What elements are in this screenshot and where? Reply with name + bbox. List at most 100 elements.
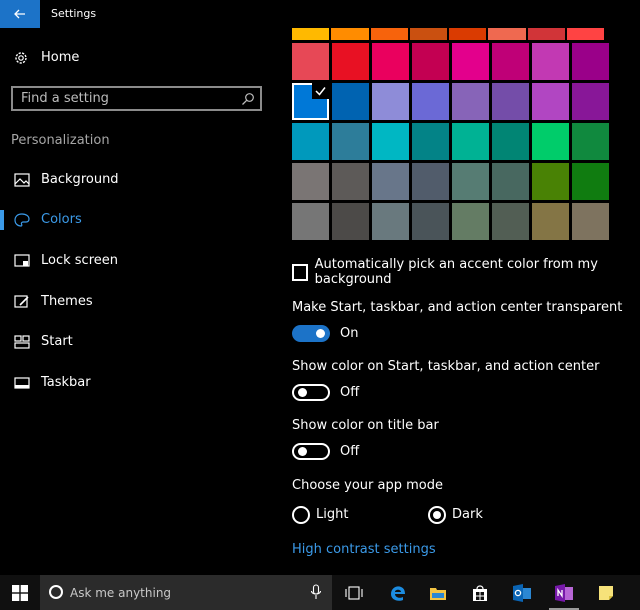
accent-color-swatch[interactable]: [532, 123, 569, 160]
active-indicator: [0, 210, 4, 230]
cortana-search-input[interactable]: [70, 583, 290, 603]
accent-color-swatch[interactable]: [452, 43, 489, 80]
search-box[interactable]: [11, 86, 262, 111]
accent-color-swatch[interactable]: [412, 203, 449, 240]
accent-color-swatch[interactable]: [332, 163, 369, 200]
accent-color-swatch[interactable]: [452, 123, 489, 160]
accent-color-swatch[interactable]: [332, 123, 369, 160]
show-color-start-state: Off: [340, 385, 360, 400]
accent-color-swatch[interactable]: [370, 28, 408, 40]
accent-color-swatch[interactable]: [332, 83, 369, 120]
accent-color-swatch[interactable]: [572, 203, 609, 240]
cortana-search-box[interactable]: [40, 575, 332, 610]
start-button[interactable]: [0, 575, 40, 610]
start-layout-icon: [14, 335, 30, 349]
light-mode-radio[interactable]: [292, 506, 310, 524]
accent-color-swatch[interactable]: [452, 83, 489, 120]
dark-mode-radio[interactable]: [428, 506, 446, 524]
accent-color-grid: [292, 43, 609, 240]
accent-color-swatch[interactable]: [372, 83, 409, 120]
accent-color-swatch[interactable]: [572, 163, 609, 200]
light-mode-label: Light: [316, 507, 349, 522]
sidebar-item-background[interactable]: Background: [0, 162, 278, 198]
accent-color-swatch[interactable]: [566, 28, 604, 40]
high-contrast-link[interactable]: High contrast settings: [292, 542, 436, 557]
accent-color-swatch[interactable]: [527, 28, 565, 40]
show-color-start-label: Show color on Start, taskbar, and action…: [292, 359, 600, 374]
file-explorer-icon: [430, 587, 446, 600]
accent-color-swatch[interactable]: [492, 123, 529, 160]
accent-color-swatch[interactable]: [372, 203, 409, 240]
transparent-label: Make Start, taskbar, and action center t…: [292, 300, 623, 315]
accent-color-swatch[interactable]: [292, 163, 329, 200]
cortana-icon: [49, 585, 63, 599]
toggle-knob: [298, 447, 307, 456]
show-color-title-toggle[interactable]: [292, 443, 330, 460]
accent-color-swatch[interactable]: [332, 203, 369, 240]
accent-color-swatch[interactable]: [372, 123, 409, 160]
accent-color-swatch[interactable]: [331, 28, 369, 40]
dark-mode-label: Dark: [452, 507, 483, 522]
sticky-notes-button[interactable]: [586, 575, 626, 610]
accent-color-swatch[interactable]: [412, 83, 449, 120]
accent-color-swatch[interactable]: [292, 28, 330, 40]
sidebar-item-label: Colors: [41, 212, 82, 227]
accent-color-swatch[interactable]: [532, 163, 569, 200]
microphone-icon[interactable]: [310, 584, 322, 601]
accent-color-swatch[interactable]: [572, 83, 609, 120]
outlook-button[interactable]: [502, 575, 542, 610]
accent-color-swatch[interactable]: [292, 203, 329, 240]
task-view-button[interactable]: [334, 575, 374, 610]
accent-color-swatch[interactable]: [412, 123, 449, 160]
sidebar-home[interactable]: Home: [0, 44, 278, 72]
accent-color-swatch[interactable]: [492, 203, 529, 240]
edge-button[interactable]: [378, 575, 418, 610]
accent-color-swatch[interactable]: [332, 43, 369, 80]
accent-color-swatch[interactable]: [492, 83, 529, 120]
accent-color-swatch[interactable]: [412, 163, 449, 200]
sidebar-item-colors[interactable]: Colors: [0, 202, 278, 238]
search-input[interactable]: [13, 88, 233, 109]
auto-pick-accent-checkbox[interactable]: Automatically pick an accent color from …: [292, 257, 640, 287]
accent-color-swatch[interactable]: [492, 163, 529, 200]
accent-color-swatch[interactable]: [532, 83, 569, 120]
accent-color-swatch[interactable]: [292, 123, 329, 160]
palette-icon: [14, 213, 30, 227]
sidebar-item-taskbar[interactable]: Taskbar: [0, 365, 278, 401]
back-button[interactable]: [0, 0, 40, 28]
accent-color-swatch[interactable]: [449, 28, 487, 40]
accent-color-swatch[interactable]: [372, 163, 409, 200]
sidebar-home-label: Home: [41, 50, 80, 65]
accent-color-swatch[interactable]: [409, 28, 447, 40]
accent-color-swatch[interactable]: [412, 43, 449, 80]
onenote-icon: [555, 583, 573, 602]
search-icon: [242, 93, 254, 105]
accent-color-swatch[interactable]: [292, 43, 329, 80]
accent-color-swatch[interactable]: [488, 28, 526, 40]
accent-color-swatch[interactable]: [372, 43, 409, 80]
accent-color-swatch[interactable]: [452, 203, 489, 240]
accent-color-swatch[interactable]: [572, 123, 609, 160]
show-color-start-toggle[interactable]: [292, 384, 330, 401]
accent-color-row-partial: [292, 28, 604, 40]
accent-color-swatch[interactable]: [572, 43, 609, 80]
store-button[interactable]: [460, 575, 500, 610]
transparent-toggle[interactable]: [292, 325, 330, 342]
sidebar-item-lock-screen[interactable]: Lock screen: [0, 243, 278, 279]
picture-icon: [14, 173, 30, 187]
sidebar: Home Personalization Background Colors L…: [0, 28, 278, 575]
accent-color-swatch[interactable]: [532, 43, 569, 80]
accent-color-swatch[interactable]: [452, 163, 489, 200]
app-mode-label: Choose your app mode: [292, 478, 443, 493]
accent-color-swatch[interactable]: [292, 83, 329, 120]
file-explorer-button[interactable]: [418, 575, 458, 610]
checkbox-box[interactable]: [292, 263, 308, 281]
show-color-title-state: Off: [340, 444, 360, 459]
accent-color-swatch[interactable]: [532, 203, 569, 240]
onenote-button[interactable]: [544, 575, 584, 610]
sidebar-item-themes[interactable]: Themes: [0, 284, 278, 320]
accent-color-swatch[interactable]: [492, 43, 529, 80]
brush-icon: [14, 295, 29, 308]
sidebar-item-start[interactable]: Start: [0, 324, 278, 360]
sidebar-item-label: Themes: [41, 294, 93, 309]
